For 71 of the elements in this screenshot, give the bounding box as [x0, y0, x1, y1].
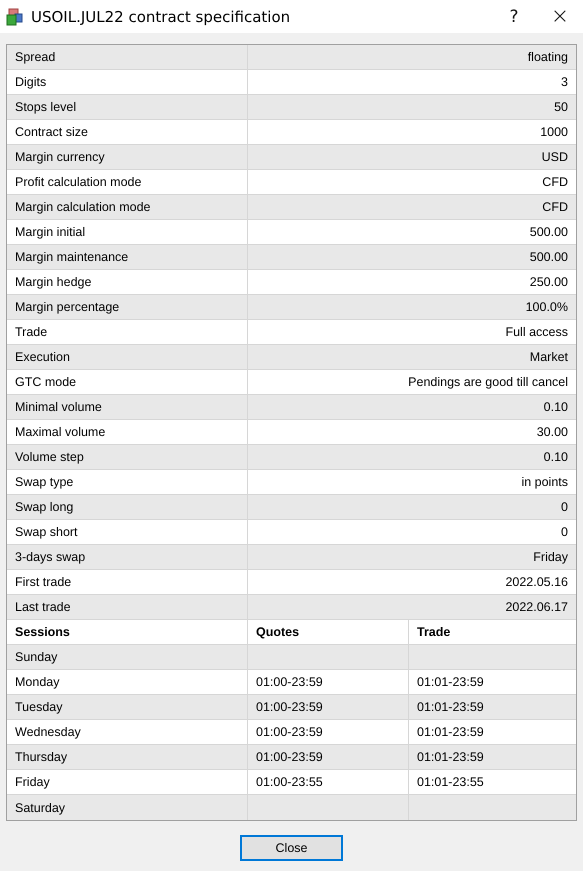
day-cell: Friday: [15, 775, 50, 789]
day-cell: Thursday: [15, 750, 68, 764]
help-button[interactable]: ?: [491, 0, 537, 33]
spec-value: Full access: [505, 325, 568, 339]
spec-value: 250.00: [530, 275, 568, 289]
spec-label: Swap long: [15, 500, 74, 514]
window-title: USOIL.JUL22 contract specification: [31, 8, 292, 26]
spec-value: 2022.05.16: [505, 575, 568, 589]
spec-label: Trade: [15, 325, 48, 339]
quotes-cell: 01:00-23:59: [256, 725, 323, 739]
day-cell: Wednesday: [15, 725, 81, 739]
spec-label: Maximal volume: [15, 425, 106, 439]
spec-label: Margin percentage: [15, 300, 120, 314]
quotes-cell: 01:00-23:59: [256, 675, 323, 689]
spec-label: Margin maintenance: [15, 250, 128, 264]
trade-cell: 01:01-23:59: [417, 725, 484, 739]
spec-label: Last trade: [15, 600, 71, 614]
trade-cell: 01:01-23:59: [417, 750, 484, 764]
day-cell: Saturday: [15, 800, 66, 814]
spec-label: Swap short: [15, 525, 78, 539]
spec-label: Execution: [15, 350, 70, 364]
trade-cell: 01:01-23:59: [417, 675, 484, 689]
close-button[interactable]: ×: [537, 0, 583, 33]
day-cell: Monday: [15, 675, 60, 689]
spec-value: 50: [554, 100, 568, 114]
day-cell: Sunday: [15, 650, 58, 664]
spec-label: Margin currency: [15, 150, 105, 164]
spec-value: CFD: [542, 175, 568, 189]
app-icon: [6, 8, 24, 26]
spec-label: Minimal volume: [15, 400, 102, 414]
spec-value: in points: [521, 475, 568, 489]
spec-label: Profit calculation mode: [15, 175, 142, 189]
spec-value: 0.10: [544, 450, 568, 464]
spec-value: 0: [561, 500, 568, 514]
spec-label: Margin calculation mode: [15, 200, 150, 214]
spec-value: 3: [561, 75, 568, 89]
spec-value: 30.00: [536, 425, 568, 439]
spec-label: Digits: [15, 75, 46, 89]
spec-value: CFD: [542, 200, 568, 214]
spec-label: Margin hedge: [15, 275, 92, 289]
spec-label: Swap type: [15, 475, 74, 489]
column-header: Sessions: [15, 625, 70, 639]
column-header: Trade: [417, 625, 450, 639]
spec-value: 0.10: [544, 400, 568, 414]
spec-label: Contract size: [15, 125, 88, 139]
spec-value: USD: [542, 150, 568, 164]
spec-label: Volume step: [15, 450, 84, 464]
spec-value: 2022.06.17: [505, 600, 568, 614]
spec-label: Stops level: [15, 100, 76, 114]
spec-value: 100.0%: [526, 300, 568, 314]
spec-value: 1000: [540, 125, 568, 139]
spec-label: Margin initial: [15, 225, 86, 239]
spec-value: Pendings are good till cancel: [408, 375, 568, 389]
trade-cell: 01:01-23:59: [417, 700, 484, 714]
spec-value: Market: [530, 350, 568, 364]
spec-value: 0: [561, 525, 568, 539]
spec-value: 500.00: [530, 225, 568, 239]
quotes-cell: 01:00-23:59: [256, 700, 323, 714]
day-cell: Tuesday: [15, 700, 62, 714]
column-header: Quotes: [256, 625, 300, 639]
spec-value: Friday: [533, 550, 568, 564]
close-dialog-button[interactable]: Close: [240, 835, 343, 861]
trade-cell: 01:01-23:55: [417, 775, 484, 789]
spec-value: 500.00: [530, 250, 568, 264]
spec-label: 3-days swap: [15, 550, 86, 564]
spec-value: floating: [528, 50, 568, 64]
quotes-cell: 01:00-23:55: [256, 775, 323, 789]
spec-label: GTC mode: [15, 375, 76, 389]
quotes-cell: 01:00-23:59: [256, 750, 323, 764]
spec-label: Spread: [15, 50, 56, 64]
spec-label: First trade: [15, 575, 72, 589]
